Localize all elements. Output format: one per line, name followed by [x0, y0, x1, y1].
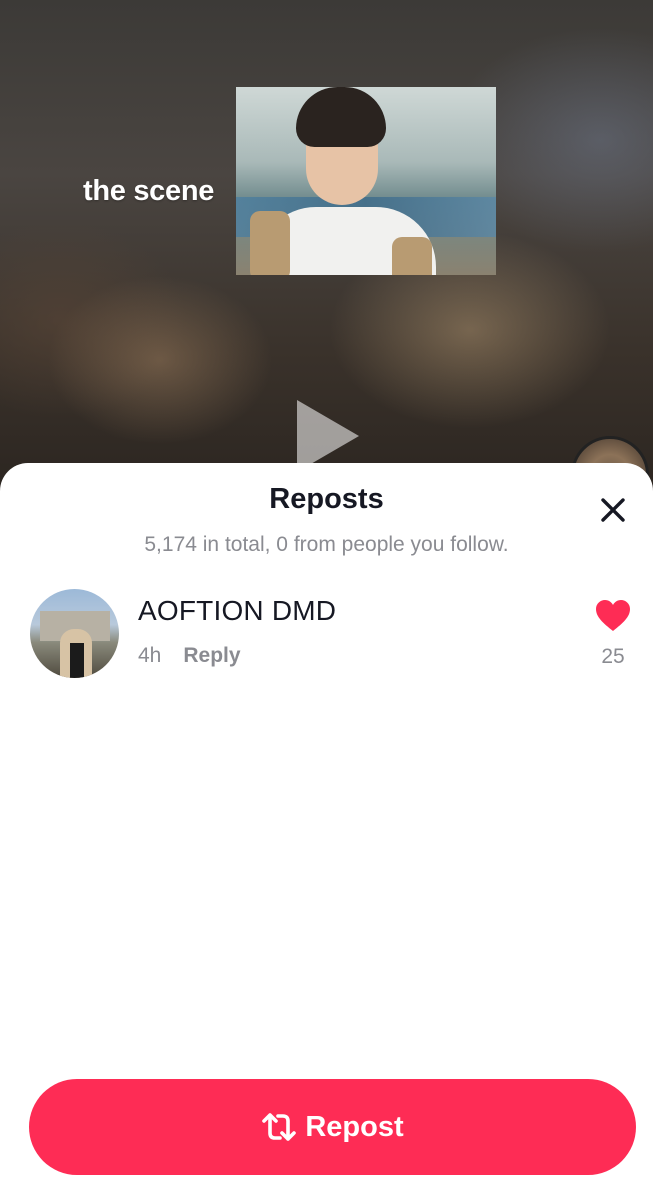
repost-meta: 4h Reply [138, 644, 241, 668]
sheet-subtitle: 5,174 in total, 0 from people you follow… [144, 533, 509, 556]
username[interactable]: AOFTION DMD [138, 595, 336, 627]
close-icon[interactable] [596, 493, 630, 527]
avatar[interactable] [30, 589, 119, 678]
heart-icon[interactable] [595, 599, 631, 633]
sheet-title: Reposts [269, 483, 384, 515]
video-player[interactable]: the scene [0, 0, 653, 500]
repost-button-label: Repost [305, 1110, 404, 1143]
list-item: AOFTION DMD 4h Reply 25 [0, 589, 653, 681]
scene-thumbnail [236, 87, 496, 275]
repost-icon [262, 1113, 297, 1141]
timestamp: 4h [138, 644, 162, 667]
repost-button[interactable]: Repost [29, 1079, 636, 1175]
play-icon[interactable] [297, 400, 359, 472]
video-caption: the scene [83, 175, 215, 207]
reposts-sheet: Reposts 5,174 in total, 0 from people yo… [0, 463, 653, 1200]
like-count: 25 [601, 645, 625, 668]
reply-button[interactable]: Reply [183, 644, 240, 667]
